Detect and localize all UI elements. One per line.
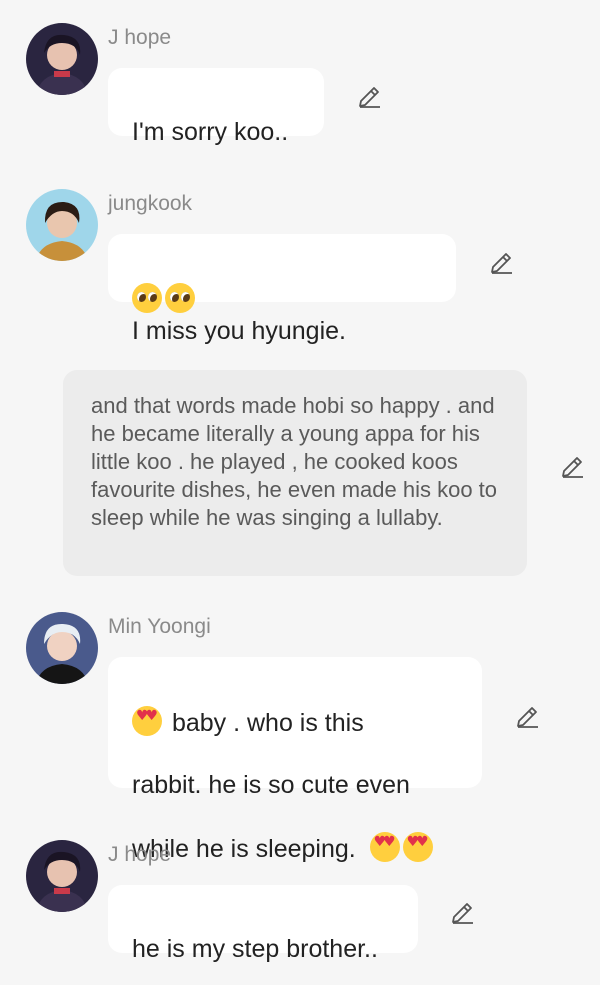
heart-eyes-icon bbox=[369, 832, 400, 862]
pencil-icon[interactable] bbox=[356, 82, 384, 110]
author-name: Min Yoongi bbox=[108, 615, 211, 638]
pleading-face-icon bbox=[132, 283, 162, 313]
avatar-jhope[interactable] bbox=[26, 840, 98, 912]
message-line: rabbit. he is so cute even bbox=[132, 771, 410, 799]
pencil-icon[interactable] bbox=[449, 898, 477, 926]
pencil-icon[interactable] bbox=[514, 702, 542, 730]
avatar-yoongi[interactable] bbox=[26, 612, 98, 684]
pleading-face-icon bbox=[165, 283, 195, 313]
author-name: jungkook bbox=[108, 192, 193, 215]
avatar-jhope[interactable] bbox=[26, 23, 98, 95]
narration-block: and that words made hobi so happy . and … bbox=[63, 370, 527, 576]
author-name: J hope bbox=[108, 843, 172, 866]
heart-eyes-icon bbox=[132, 706, 162, 736]
message-text: he is my step brother.. bbox=[132, 935, 378, 963]
author-name: J hope bbox=[108, 26, 172, 49]
message-text: I'm sorry koo.. bbox=[132, 118, 289, 146]
message-bubble: baby . who is this rabbit. he is so cute… bbox=[108, 657, 482, 863]
message-line: baby . who is this bbox=[132, 706, 458, 739]
pencil-icon[interactable] bbox=[488, 248, 516, 276]
message-bubble: I'm sorry koo.. bbox=[108, 68, 324, 146]
heart-eyes-icon bbox=[402, 832, 433, 862]
message-line: while he is sleeping. bbox=[132, 832, 458, 865]
message-bubble: I miss you hyungie. bbox=[108, 234, 456, 345]
message-bubble: he is my step brother.. bbox=[108, 885, 418, 963]
pencil-icon[interactable] bbox=[559, 452, 587, 480]
avatar-jungkook[interactable] bbox=[26, 189, 98, 261]
message-text: I miss you hyungie. bbox=[132, 317, 346, 345]
narration-text: and that words made hobi so happy . and … bbox=[91, 393, 498, 530]
